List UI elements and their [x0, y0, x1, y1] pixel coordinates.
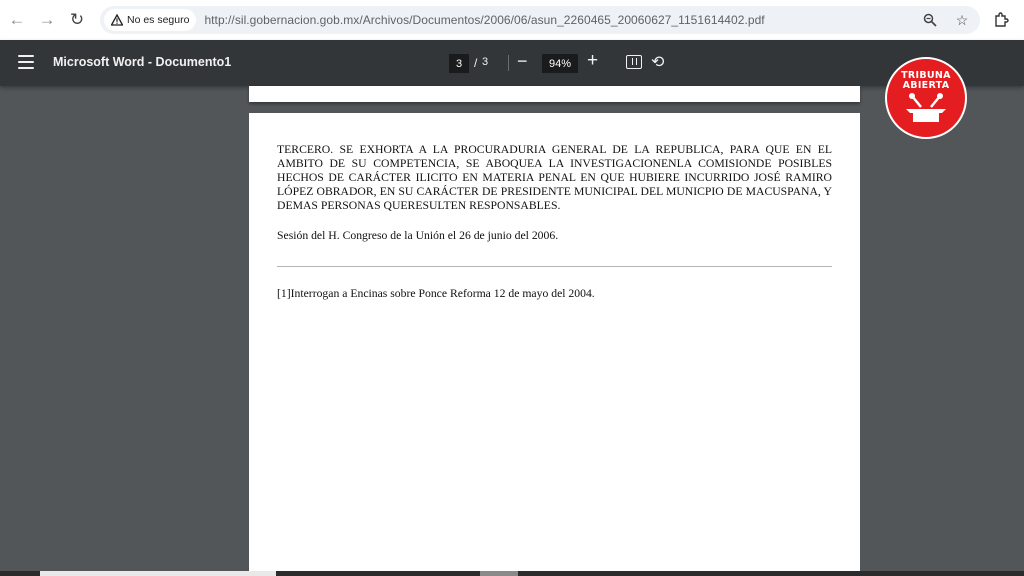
fit-to-page-icon[interactable] — [626, 55, 642, 69]
star-icon[interactable]: ☆ — [952, 10, 972, 30]
resolution-paragraph: TERCERO. SE EXHORTA A LA PROCURADURIA GE… — [277, 143, 832, 212]
zoom-level-input[interactable]: 94% — [542, 54, 578, 73]
taskbar-segment — [480, 571, 518, 576]
pdf-toolbar: Microsoft Word - Documento1 3 / 3 − 94% … — [0, 40, 1024, 86]
document-title: Microsoft Word - Documento1 — [53, 55, 232, 69]
podium-icon — [906, 93, 946, 122]
zoom-out-button[interactable]: − — [517, 51, 528, 72]
toolbar-divider — [508, 55, 509, 71]
back-icon[interactable]: ← — [4, 7, 30, 33]
previous-page-edge — [249, 86, 860, 102]
footnote-text: [1]Interrogan a Encinas sobre Ponce Refo… — [277, 287, 595, 300]
page-separator: / — [474, 56, 478, 70]
zoom-icon[interactable] — [920, 10, 940, 30]
menu-icon[interactable] — [18, 55, 34, 69]
security-chip[interactable]: No es seguro — [104, 9, 197, 31]
address-bar[interactable]: No es seguro http://sil.gobernacion.gob.… — [100, 6, 980, 34]
taskbar-segment — [40, 571, 276, 576]
url-text[interactable]: http://sil.gobernacion.gob.mx/Archivos/D… — [204, 13, 764, 27]
warning-icon — [111, 14, 123, 26]
bottom-taskbar-strip — [0, 571, 1024, 576]
page-number-input[interactable]: 3 — [449, 54, 469, 73]
rotate-icon[interactable]: ⟲ — [651, 52, 664, 72]
page-total: 3 — [482, 56, 489, 68]
extensions-icon[interactable] — [990, 9, 1012, 31]
logo-text-line2: ABIERTA — [902, 80, 950, 91]
session-paragraph: Sesión del H. Congreso de la Unión el 26… — [277, 229, 559, 242]
tribuna-abierta-logo: TRIBUNA ABIERTA — [885, 57, 967, 139]
pdf-page: TERCERO. SE EXHORTA A LA PROCURADURIA GE… — [249, 113, 860, 576]
security-chip-label: No es seguro — [127, 14, 190, 26]
reload-icon[interactable]: ↻ — [64, 7, 90, 33]
forward-icon[interactable]: → — [34, 7, 60, 33]
footnote-divider — [277, 266, 832, 267]
zoom-in-button[interactable]: + — [587, 50, 598, 72]
browser-toolbar: ← → ↻ No es seguro http://sil.gobernacio… — [0, 0, 1024, 40]
